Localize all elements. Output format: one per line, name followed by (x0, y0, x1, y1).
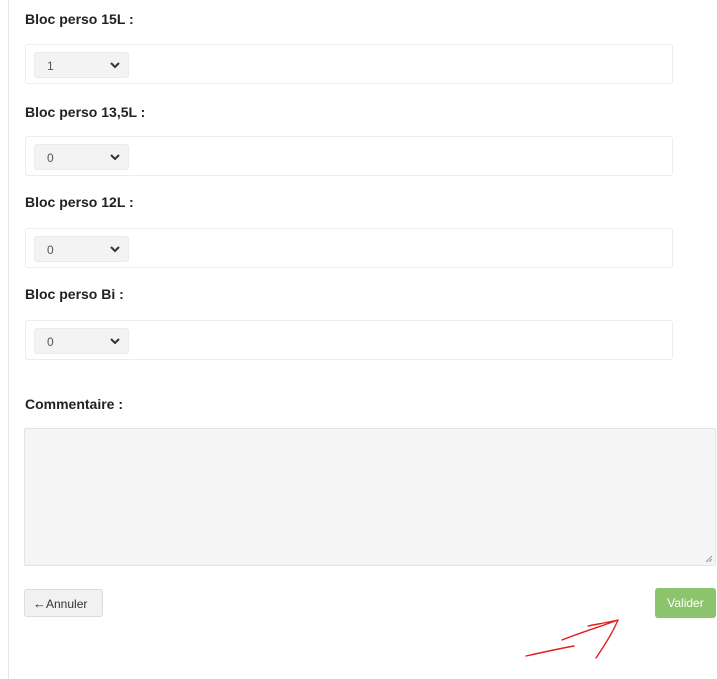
comment-textarea[interactable] (24, 428, 716, 566)
chevron-down-icon (110, 62, 120, 69)
chevron-down-icon (110, 246, 120, 253)
bloc-12l-value: 0 (47, 243, 54, 257)
bloc-13-5l-label: Bloc perso 13,5L : (25, 104, 146, 120)
validate-button[interactable]: Valider (655, 588, 716, 618)
bloc-bi-select[interactable]: 0 (34, 328, 129, 354)
bloc-12l-select[interactable]: 0 (34, 236, 129, 262)
comment-label: Commentaire : (25, 396, 124, 412)
bloc-bi-value: 0 (47, 335, 54, 349)
bloc-13-5l-value: 0 (47, 151, 54, 165)
bloc-15l-value: 1 (47, 59, 54, 73)
bloc-15l-select[interactable]: 1 (34, 52, 129, 78)
bloc-15l-field: 1 (25, 44, 673, 84)
bloc-12l-field: 0 (25, 228, 673, 268)
cancel-button-label: Annuler (46, 597, 88, 611)
arrow-left-icon: ← (33, 596, 46, 611)
chevron-down-icon (110, 154, 120, 161)
bloc-12l-label: Bloc perso 12L : (25, 194, 134, 210)
bloc-bi-field: 0 (25, 320, 673, 360)
annotation-arrow-icon (525, 619, 619, 659)
cancel-button[interactable]: ← Annuler (24, 589, 103, 617)
bloc-13-5l-field: 0 (25, 136, 673, 176)
left-divider (8, 0, 9, 679)
chevron-down-icon (110, 338, 120, 345)
bloc-bi-label: Bloc perso Bi : (25, 286, 124, 302)
bloc-13-5l-select[interactable]: 0 (34, 144, 129, 170)
bloc-15l-label: Bloc perso 15L : (25, 11, 134, 27)
resize-handle-icon[interactable] (704, 554, 713, 563)
